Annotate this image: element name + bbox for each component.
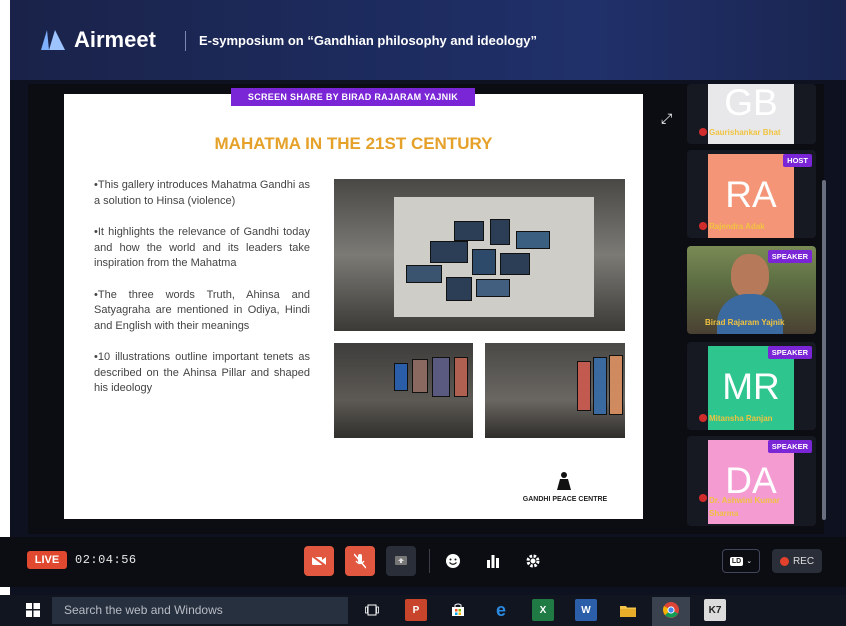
- role-badge: SPEAKER: [767, 440, 812, 453]
- avatar-initials: MR: [722, 366, 780, 407]
- expand-icon[interactable]: ⤢: [661, 110, 672, 127]
- poll-icon: [487, 555, 499, 568]
- header-divider: [185, 31, 186, 51]
- gallery-photo-right: [485, 343, 625, 438]
- task-view-icon[interactable]: [361, 599, 383, 621]
- mic-muted-icon: [699, 222, 707, 230]
- role-badge: HOST: [783, 154, 812, 167]
- emoji-icon: [446, 554, 460, 568]
- screen-share-banner: SCREEN SHARE BY BIRAD RAJARAM YAJNIK: [231, 88, 475, 106]
- record-dot-icon: [779, 556, 789, 566]
- event-title: E-symposium on “Gandhian philosophy and …: [199, 33, 538, 48]
- avatar-initials: RA: [725, 174, 777, 215]
- slide-bullets: •This gallery introduces Mahatma Gandhi …: [94, 178, 310, 413]
- role-badge: SPEAKER: [767, 346, 812, 359]
- file-explorer-icon[interactable]: [617, 599, 639, 621]
- windows-start-icon[interactable]: [26, 603, 40, 617]
- camera-off-button[interactable]: [304, 546, 334, 576]
- settings-button[interactable]: [518, 546, 548, 576]
- powerpoint-icon[interactable]: P: [405, 599, 427, 621]
- airmeet-logo[interactable]: Airmeet: [40, 27, 156, 53]
- participant-name: Mitansha Ranjan: [709, 414, 773, 423]
- app-name: Airmeet: [74, 27, 156, 52]
- airmeet-logo-icon: [41, 30, 65, 50]
- chevron-down-icon: ⌄: [746, 558, 753, 565]
- k7-antivirus-icon[interactable]: K7: [704, 599, 726, 621]
- camera-off-icon: [311, 555, 327, 567]
- participant-scrollbar[interactable]: [822, 180, 826, 520]
- gallery-photo-left: [334, 343, 473, 438]
- gandhi-peace-centre-logo-icon: [557, 472, 571, 490]
- slide-bullet: •It highlights the relevance of Gandhi t…: [94, 226, 310, 269]
- record-label: REC: [792, 555, 815, 567]
- taskbar-search-placeholder: Search the web and Windows: [64, 603, 223, 617]
- slide-bullet: •10 illustrations outline important tene…: [94, 351, 310, 394]
- reactions-button[interactable]: [438, 546, 468, 576]
- participant-tile[interactable]: GB Gaurishankar Bhat: [687, 84, 816, 144]
- participant-name: Rajendra Adak: [709, 222, 765, 231]
- control-separator: [429, 549, 430, 573]
- chrome-icon[interactable]: [660, 599, 682, 621]
- screen-share-button[interactable]: [386, 546, 416, 576]
- session-timer: 02:04:56: [75, 553, 137, 567]
- participant-name: Gaurishankar Bhat: [709, 128, 781, 137]
- gear-icon: [526, 554, 540, 568]
- participant-tile[interactable]: RA HOST Rajendra Adak: [687, 150, 816, 238]
- slide-title: MAHATMA IN THE 21ST CENTURY: [214, 134, 493, 153]
- slide-bullet: •This gallery introduces Mahatma Gandhi …: [94, 179, 311, 207]
- mic-off-button[interactable]: [345, 546, 375, 576]
- avatar-initials: GB: [724, 84, 778, 123]
- mic-muted-icon: [699, 128, 707, 136]
- participant-tile[interactable]: DA SPEAKER Dr. Ashwini Kumar Sharma: [687, 436, 816, 526]
- excel-icon[interactable]: X: [532, 599, 554, 621]
- slide-bullet: •The three words Truth, Ahinsa and Satya…: [94, 288, 310, 332]
- mic-off-icon: [354, 553, 366, 569]
- store-icon[interactable]: [447, 599, 469, 621]
- gallery-photo-main: [334, 179, 625, 331]
- participant-name: Birad Rajaram Yajnik: [705, 318, 785, 327]
- polls-button[interactable]: [478, 546, 508, 576]
- role-badge: SPEAKER: [767, 250, 812, 263]
- participant-tile[interactable]: SPEAKER Birad Rajaram Yajnik: [687, 246, 816, 334]
- screen-share-icon: [395, 556, 407, 565]
- participant-name: Dr. Ashwini Kumar Sharma: [709, 496, 780, 518]
- video-quality-dropdown[interactable]: LD ⌄: [722, 549, 760, 573]
- mic-muted-icon: [699, 414, 707, 422]
- live-badge: LIVE: [27, 551, 67, 569]
- edge-icon[interactable]: e: [490, 599, 512, 621]
- quality-label: LD: [729, 556, 744, 566]
- slide-logo-text: GANDHI PEACE CENTRE: [522, 496, 608, 503]
- participant-tile[interactable]: MR SPEAKER Mitansha Ranjan: [687, 342, 816, 430]
- mic-muted-icon: [699, 494, 707, 502]
- shared-slide: MAHATMA IN THE 21ST CENTURY •This galler…: [64, 94, 643, 519]
- record-button[interactable]: REC: [772, 549, 822, 573]
- word-icon[interactable]: W: [575, 599, 597, 621]
